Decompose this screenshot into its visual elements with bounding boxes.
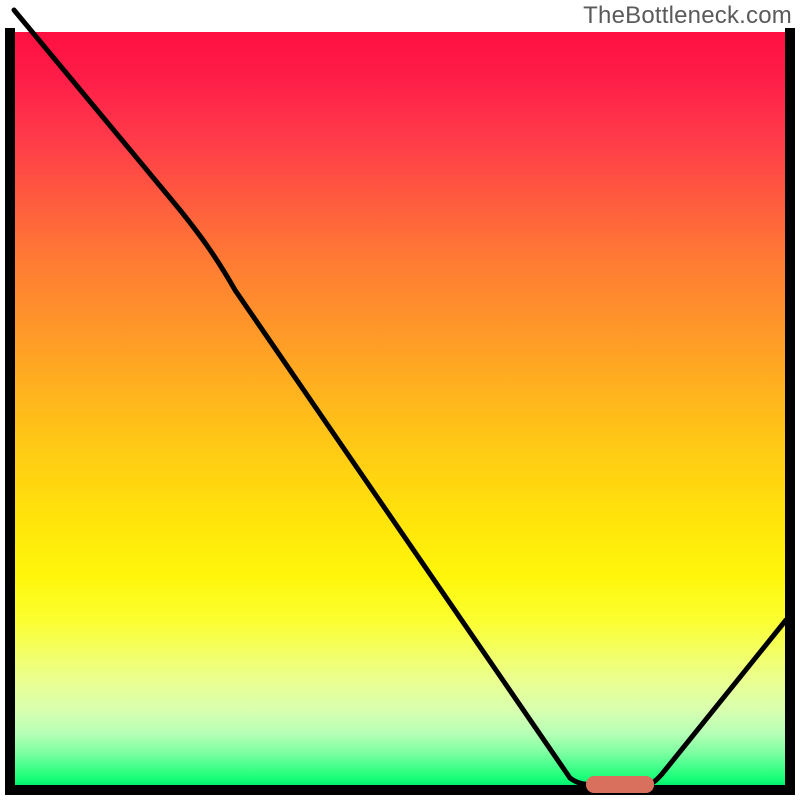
bottleneck-chart: TheBottleneck.com — [0, 0, 800, 800]
bottleneck-curve — [14, 10, 786, 785]
optimal-range-marker — [586, 776, 654, 793]
chart-overlay — [0, 0, 800, 800]
